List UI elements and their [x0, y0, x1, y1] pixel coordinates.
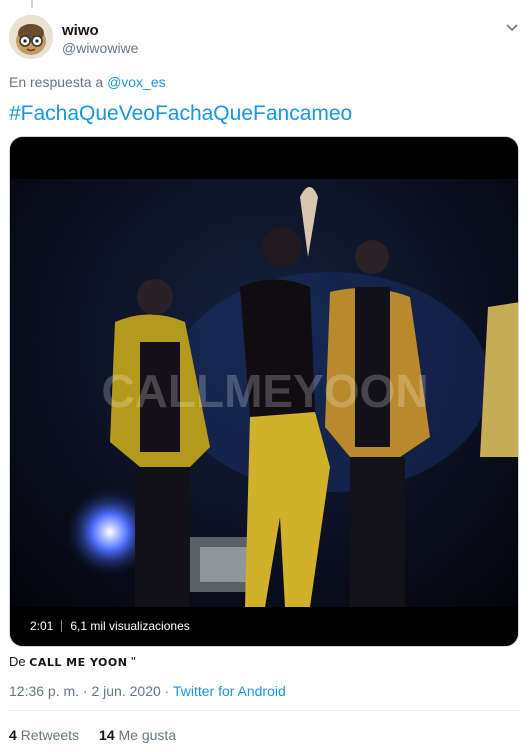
tweet-stats: 4 Retweets 14 Me gusta [9, 727, 176, 743]
thread-connector [31, 0, 33, 8]
badge-divider [61, 620, 63, 632]
avatar[interactable] [9, 15, 53, 59]
likes-label: Me gusta [118, 727, 177, 743]
author-handle[interactable]: @wiwowiwe [62, 40, 138, 56]
retweets-label: Retweets [20, 727, 80, 743]
client-link[interactable]: Twitter for Android [173, 683, 286, 699]
retweets-count: 4 [9, 727, 17, 743]
video-player[interactable]: CALLMEYOON 2:01 6,1 mil visualizaciones [9, 136, 519, 647]
reply-mention-link[interactable]: @vox_es [107, 74, 166, 90]
reply-prefix: En respuesta a [9, 74, 104, 90]
video-source-attribution: De CALL ME YOON " [9, 654, 136, 669]
video-frame: CALLMEYOON [10, 137, 518, 646]
retweets-stat[interactable]: 4 Retweets [9, 727, 79, 743]
video-duration: 2:01 [30, 619, 54, 633]
likes-count: 14 [99, 727, 115, 743]
watermark-text: CALLMEYOON [101, 365, 428, 417]
tweet-timestamp[interactable]: 12:36 p. m. · 2 jun. 2020 · [9, 683, 173, 699]
video-views: 6,1 mil visualizaciones [70, 619, 190, 633]
source-prefix: De [9, 654, 26, 669]
divider [9, 710, 520, 711]
tweet-metadata: 12:36 p. m. · 2 jun. 2020 · Twitter for … [9, 683, 286, 699]
tweet-header: wiwo @wiwowiwe [9, 14, 524, 60]
reply-context: En respuesta a @vox_es [9, 74, 166, 90]
author-name[interactable]: wiwo [62, 22, 99, 39]
source-suffix: " [131, 654, 136, 669]
video-stats-badge: 2:01 6,1 mil visualizaciones [24, 616, 196, 636]
hashtag-link[interactable]: #FachaQueVeoFachaQueFancameo [9, 102, 352, 126]
likes-stat[interactable]: 14 Me gusta [99, 727, 176, 743]
chevron-down-icon[interactable] [504, 19, 520, 35]
source-account-link[interactable]: CALL ME YOON [29, 656, 127, 669]
